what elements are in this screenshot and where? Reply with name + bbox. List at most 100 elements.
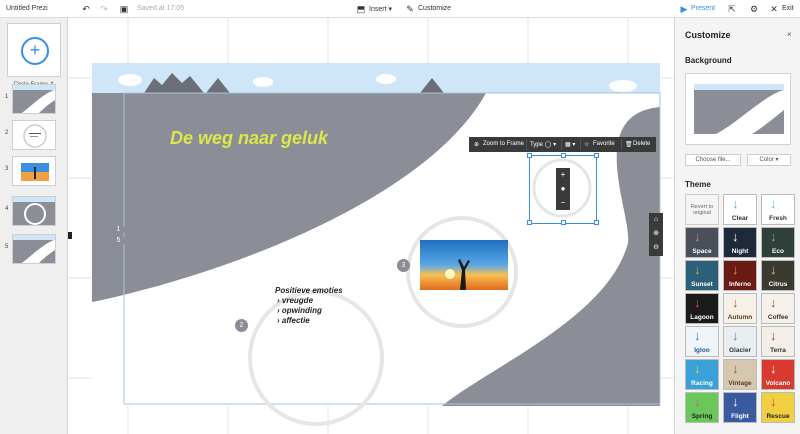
presentation-title[interactable]: Untitled Prezi (6, 5, 48, 12)
theme-label: Space (692, 248, 712, 255)
theme-heading: Theme (685, 180, 711, 189)
redo-icon[interactable]: ↷ (98, 3, 110, 15)
frame-thumbnail[interactable]: 1 (0, 82, 68, 118)
close-icon[interactable]: × (787, 30, 792, 39)
color-picker-button[interactable]: Color ▾ (747, 154, 791, 166)
zoom-out-icon[interactable]: ⊖ (649, 241, 663, 255)
thumbnail-image (12, 196, 56, 226)
theme-tile-igloo[interactable]: ↓ Igloo (685, 326, 719, 357)
exit-button[interactable]: Exit (782, 5, 794, 12)
theme-tile-glacier[interactable]: ↓ Glacier (723, 326, 757, 357)
theme-label: Night (731, 248, 749, 255)
theme-tile-sunset[interactable]: ↓ Sunset (685, 260, 719, 291)
zoom-icon: ⊕ (474, 142, 480, 148)
presentation-canvas[interactable]: De weg naar geluk Positieve emoties vreu… (68, 18, 674, 434)
frame-thumbnail[interactable]: 4 (0, 194, 68, 230)
emotions-list: vreugde opwinding affectie (277, 296, 343, 326)
theme-label: Spring (691, 413, 713, 420)
zoom-out-icon[interactable]: − (556, 196, 570, 210)
gear-icon[interactable]: ⚙ (748, 3, 760, 15)
list-item: vreugde (277, 296, 343, 306)
theme-tile-autumn[interactable]: ↓ Autumn (723, 293, 757, 324)
theme-tile-racing[interactable]: ↓ Racing (685, 359, 719, 390)
theme-label: Volcano (765, 380, 791, 387)
theme-label: Sunset (691, 281, 713, 288)
theme-tile-flight[interactable]: ↓ Flight (723, 392, 757, 423)
background-heading: Background (685, 56, 732, 65)
revert-theme-button[interactable]: Revert to original (685, 194, 719, 225)
frame-thumbnail[interactable]: 5 (0, 232, 68, 268)
path-number-badge[interactable]: 2 (235, 319, 248, 332)
add-frame-button[interactable]: + (7, 23, 61, 77)
zoom-to-frame-button[interactable]: Zoom to Frame (483, 141, 524, 147)
undo-icon[interactable]: ↶ (80, 3, 92, 15)
arrow-icon: ↓ (694, 229, 701, 244)
theme-tile-eco[interactable]: ↓ Eco (761, 227, 795, 258)
fill-icon[interactable]: ▦ ▾ (565, 141, 575, 148)
canvas-artwork (68, 18, 674, 434)
path-number-badge[interactable]: 3 (397, 259, 410, 272)
thumbnail-image (12, 84, 56, 114)
arrow-icon: ↓ (770, 229, 777, 244)
theme-tile-clear[interactable]: ↓ Clear (723, 194, 757, 225)
zoom-in-icon[interactable]: ⊕ (649, 227, 663, 241)
thumbnail-image (12, 234, 56, 264)
arrow-icon: ↓ (770, 328, 777, 343)
slide-title[interactable]: De weg naar geluk (170, 128, 328, 149)
choose-file-button[interactable]: Choose file... (685, 154, 741, 166)
theme-tile-space[interactable]: ↓ Space (685, 227, 719, 258)
theme-tile-terra[interactable]: ↓ Terra (761, 326, 795, 357)
theme-tile-coffee[interactable]: ↓ Coffee (761, 293, 795, 324)
frame-toolbar: ⊕ Zoom to Frame Type ◯ ▾ ▦ ▾ ☆ Favorite … (469, 137, 656, 152)
list-item: affectie (277, 316, 343, 326)
frame-thumbnail[interactable]: 3 (0, 154, 68, 190)
share-icon[interactable]: ⇱ (726, 3, 738, 15)
close-icon: ✕ (770, 4, 778, 14)
theme-tile-spring[interactable]: ↓ Spring (685, 392, 719, 423)
arrow-icon: ↓ (694, 295, 701, 310)
emotions-heading: Positieve emoties (275, 286, 343, 295)
home-icon[interactable]: ⌂ (649, 213, 663, 227)
arrow-icon: ↓ (732, 328, 739, 343)
theme-label: Vintage (728, 380, 752, 387)
theme-tile-lagoon[interactable]: ↓ Lagoon (685, 293, 719, 324)
path-number-badge[interactable]: 5 (112, 234, 125, 247)
arrow-icon: ↓ (770, 295, 777, 310)
present-button[interactable]: Present (691, 5, 715, 12)
arrow-icon: ↓ (694, 361, 701, 376)
theme-tile-citrus[interactable]: ↓ Citrus (761, 260, 795, 291)
text-block[interactable]: Positieve emoties vreugde opwinding affe… (275, 286, 343, 326)
theme-label: Glacier (728, 347, 752, 354)
theme-label: Citrus (768, 281, 788, 288)
theme-tile-inferno[interactable]: ↓ Inferno (723, 260, 757, 291)
delete-button[interactable]: Delete (633, 141, 650, 147)
resize-handle[interactable] (594, 220, 599, 225)
thumbnail-image (12, 156, 56, 186)
sidebar-collapse-handle[interactable] (68, 232, 72, 239)
type-button[interactable]: Type ◯ ▾ (530, 141, 556, 148)
resize-handle[interactable] (561, 220, 566, 225)
theme-tile-volcano[interactable]: ↓ Volcano (761, 359, 795, 390)
resize-handle[interactable] (527, 153, 532, 158)
customize-button[interactable]: Customize (418, 5, 451, 12)
resize-handle[interactable] (527, 220, 532, 225)
move-icon[interactable]: ● (556, 182, 570, 196)
save-icon[interactable]: ▣ (118, 3, 130, 15)
theme-label: Racing (691, 380, 713, 387)
frame-thumbnail[interactable]: 2 (0, 118, 68, 154)
theme-label: Igloo (694, 347, 710, 354)
plus-icon: + (21, 37, 49, 65)
theme-tile-vintage[interactable]: ↓ Vintage (723, 359, 757, 390)
resize-handle[interactable] (561, 153, 566, 158)
favorite-button[interactable]: Favorite (593, 141, 615, 147)
sunset-photo[interactable] (420, 240, 508, 290)
insert-menu[interactable]: Insert ▾ (369, 5, 392, 13)
theme-tile-night[interactable]: ↓ Night (723, 227, 757, 258)
resize-handle[interactable] (594, 153, 599, 158)
theme-tile-rescue[interactable]: ↓ Rescue (761, 392, 795, 423)
arrow-icon: ↓ (732, 262, 739, 277)
panel-title: Customize (685, 30, 731, 40)
zoom-in-icon[interactable]: + (556, 168, 570, 182)
theme-label: Clear (731, 215, 749, 222)
theme-tile-fresh[interactable]: ↓ Fresh (761, 194, 795, 225)
